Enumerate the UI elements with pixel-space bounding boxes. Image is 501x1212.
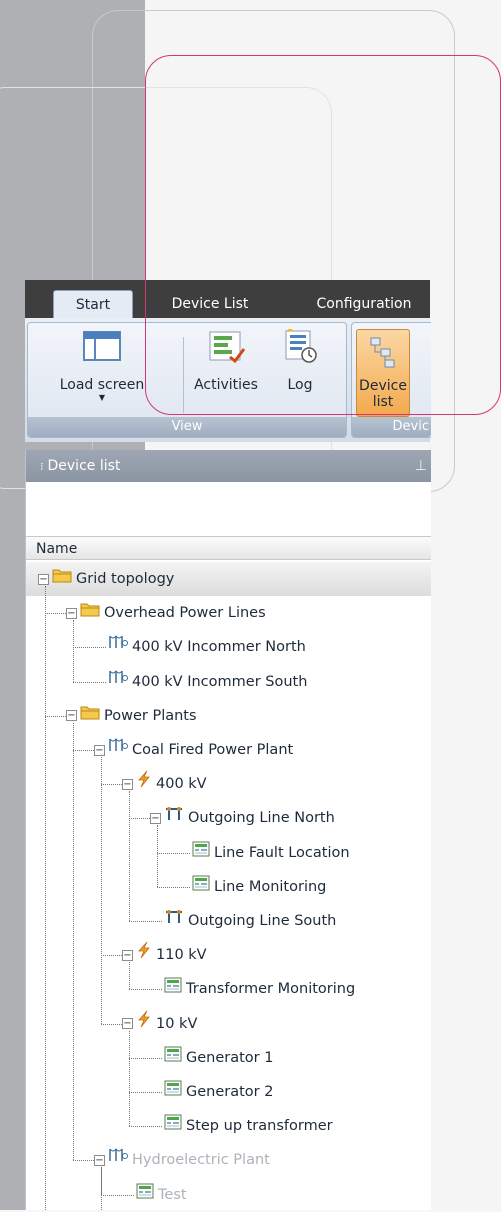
tree-node[interactable]: − Outgoing Line North — [150, 801, 335, 835]
tree-node-label: Outgoing Line South — [188, 913, 337, 929]
tree-node-label: Hydroelectric Plant — [132, 1152, 270, 1169]
tree-node-label: 400 kV — [156, 776, 207, 793]
tree-node[interactable]: − Coal Fired Power Plant — [94, 733, 293, 767]
tree-connector — [45, 613, 66, 615]
collapse-toggle-icon[interactable]: − — [38, 573, 49, 585]
tree-node-label: Generator 2 — [186, 1084, 274, 1100]
tree-node[interactable]: 400 kV Incommer North — [94, 630, 306, 664]
tree-node-label: Line Monitoring — [214, 878, 327, 895]
power-line-icon — [108, 733, 128, 767]
folder-icon — [80, 699, 100, 733]
tree-connector — [73, 681, 106, 683]
device-tree: − Grid topology − Overhead Power Lines 400 k… — [26, 450, 431, 1210]
device-icon — [164, 1109, 182, 1143]
device-icon — [164, 972, 182, 1006]
tree-node-label: Grid topology — [76, 571, 175, 587]
tree-connector — [157, 886, 190, 888]
tree-connector — [129, 962, 130, 990]
device-icon — [136, 1178, 154, 1212]
tree-node[interactable]: − 110 kV — [122, 938, 207, 972]
tree-connector — [129, 818, 150, 820]
tree-connector — [129, 1092, 162, 1093]
tree-node-label: Overhead Power Lines — [104, 605, 266, 622]
tree-node-label: Coal Fired Power Plant — [132, 742, 294, 758]
tree-connector — [157, 825, 158, 887]
decorative-frame — [145, 55, 501, 415]
device-list-pane: ⁝ Device list ⊥ Name − Grid topology − Overh… — [25, 450, 431, 1210]
tree-node-label: 400 kV Incommer South — [132, 673, 308, 690]
tree-node-label: 10 kV — [156, 1015, 198, 1032]
tree-connector — [73, 620, 74, 682]
lightning-icon — [136, 938, 152, 972]
tree-connector — [129, 1030, 130, 1127]
tree-connector — [45, 715, 66, 717]
tree-node[interactable]: Step up transformer — [150, 1109, 333, 1143]
ribbon-group-label: View — [28, 417, 346, 437]
ribbon-group-label: Devic — [352, 417, 431, 437]
tree-connector — [101, 1194, 134, 1196]
tree-connector — [101, 757, 102, 1024]
tree-node[interactable]: Generator 1 — [150, 1041, 273, 1075]
collapse-toggle-icon[interactable]: − — [66, 710, 77, 722]
tree-node-label: Step up transformer — [186, 1118, 333, 1135]
tree-node-label: Outgoing Line North — [188, 810, 335, 827]
collapse-toggle-icon[interactable]: − — [122, 1018, 133, 1030]
tree-node[interactable]: − 400 kV — [122, 767, 207, 801]
collapse-toggle-icon[interactable]: − — [150, 812, 161, 824]
folder-icon — [52, 562, 72, 596]
tree-connector — [45, 586, 46, 1210]
device-icon — [164, 1075, 182, 1109]
tree-connector — [101, 955, 122, 957]
power-line-icon — [108, 1143, 128, 1177]
tree-connector — [73, 722, 74, 1161]
tree-node-label: Power Plants — [104, 707, 197, 724]
collapse-toggle-icon[interactable]: − — [122, 778, 133, 790]
tower-icon — [164, 801, 184, 835]
tab-start[interactable]: Start — [53, 290, 133, 319]
tree-connector — [73, 647, 106, 649]
folder-icon — [80, 596, 100, 630]
tree-node-label: Transformer Monitoring — [186, 981, 356, 998]
tree-connector — [129, 1057, 162, 1059]
device-icon — [192, 836, 210, 870]
tree-node-label: Generator 1 — [186, 1049, 274, 1066]
tree-node[interactable]: Transformer Monitoring — [150, 972, 355, 1006]
tower-icon — [164, 904, 184, 938]
lightning-icon — [136, 767, 152, 801]
tree-node[interactable]: Line Fault Location — [178, 836, 350, 870]
tree-node[interactable]: − Grid topology — [26, 562, 431, 596]
tree-node[interactable]: 400 kV Incommer South — [94, 665, 307, 699]
tree-node[interactable]: − Power Plants — [66, 699, 197, 733]
collapse-toggle-icon[interactable]: − — [94, 1154, 105, 1166]
tree-node[interactable]: Line Monitoring — [178, 870, 326, 904]
power-line-icon — [108, 630, 128, 664]
tree-node[interactable]: − 10 kV — [122, 1007, 197, 1041]
tree-connector — [129, 1126, 162, 1128]
tree-connector — [101, 1167, 102, 1210]
tree-connector — [129, 989, 162, 991]
tree-node-label: 400 kV Incommer North — [132, 639, 306, 656]
tree-connector — [129, 791, 130, 921]
tree-connector — [101, 1023, 122, 1025]
device-icon — [192, 870, 210, 904]
app-window: Start Device List Configuration Load scr… — [25, 280, 431, 1210]
tree-node[interactable]: Outgoing Line South — [150, 904, 336, 938]
tree-node[interactable]: Generator 2 — [150, 1075, 273, 1109]
tree-node[interactable]: − Overhead Power Lines — [66, 596, 266, 630]
collapse-toggle-icon[interactable]: − — [122, 949, 133, 961]
tree-node-label: Test — [158, 1186, 187, 1203]
tree-connector — [73, 1160, 94, 1162]
tree-connector — [129, 921, 162, 922]
tree-node-label: 110 kV — [156, 947, 207, 964]
tree-connector — [157, 852, 190, 854]
collapse-toggle-icon[interactable]: − — [94, 744, 105, 756]
tree-node[interactable]: − Hydroelectric Plant — [94, 1143, 270, 1177]
collapse-toggle-icon[interactable]: − — [66, 607, 77, 619]
tree-node-label: Line Fault Location — [214, 844, 350, 861]
tree-connector — [73, 750, 94, 751]
device-icon — [164, 1041, 182, 1075]
power-line-icon — [108, 665, 128, 699]
tree-connector — [101, 784, 122, 786]
lightning-icon — [136, 1007, 152, 1041]
